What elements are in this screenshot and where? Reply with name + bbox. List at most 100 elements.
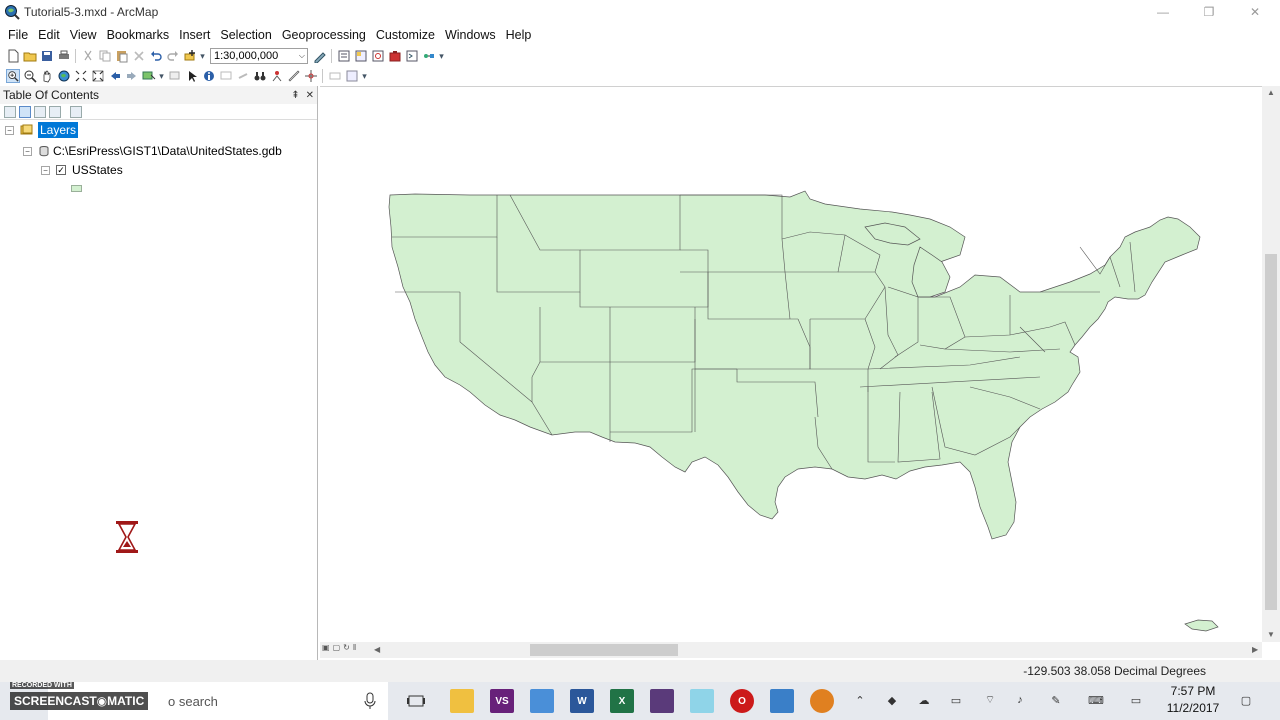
screencast-taskbar-icon[interactable] (810, 689, 834, 713)
collapse-expander-icon[interactable]: − (41, 165, 50, 175)
arctoolbox-icon[interactable] (388, 49, 402, 63)
menu-customize[interactable]: Customize (371, 24, 440, 46)
editor-toolbar-icon[interactable] (313, 49, 327, 63)
model-builder-icon[interactable] (422, 49, 436, 63)
python-window-icon[interactable] (405, 49, 419, 63)
map-horizontal-scrollbar[interactable]: ▣ ▢ ↻ ‖ ◀ ▶ (320, 642, 1262, 658)
wifi-icon[interactable]: ⌔ (982, 692, 998, 708)
tree-item-layers[interactable]: − Layers (5, 121, 79, 139)
volume-icon[interactable]: ♪ (1012, 692, 1028, 708)
search-window-icon[interactable] (371, 49, 385, 63)
word-icon[interactable]: W (570, 689, 594, 713)
scroll-left-icon[interactable]: ◀ (374, 645, 380, 654)
scroll-up-icon[interactable]: ▲ (1267, 88, 1275, 97)
full-extent-globe-icon[interactable] (57, 69, 71, 83)
fixed-zoom-out-icon[interactable] (91, 69, 105, 83)
chevron-down-icon[interactable]: ⌵ (299, 51, 305, 61)
minimize-button[interactable]: — (1140, 0, 1186, 24)
copy-icon[interactable] (98, 49, 112, 63)
list-by-selection-icon[interactable] (49, 105, 61, 118)
scroll-right-icon[interactable]: ▶ (1252, 645, 1258, 654)
menu-selection[interactable]: Selection (215, 24, 276, 46)
clear-selection-icon[interactable] (168, 69, 182, 83)
toolbar-options-icon[interactable]: ▾ (439, 49, 445, 63)
menu-edit[interactable]: Edit (33, 24, 65, 46)
battery-icon[interactable]: ▭ (948, 692, 964, 708)
catalog-icon[interactable] (354, 49, 368, 63)
table-of-contents-icon[interactable] (337, 49, 351, 63)
tree-item-geodatabase[interactable]: − C:\EsriPress\GIST1\Data\UnitedStates.g… (23, 142, 282, 160)
undo-icon[interactable] (149, 49, 163, 63)
tree-item-usstates-layer[interactable]: − ✓ USStates (41, 161, 123, 179)
maximize-button[interactable]: ❐ (1186, 0, 1232, 24)
zoom-in-icon[interactable] (5, 69, 20, 83)
map-vertical-scrollbar[interactable]: ▲ ▼ (1262, 86, 1280, 642)
redo-icon[interactable] (166, 49, 180, 63)
print-icon[interactable] (57, 49, 71, 63)
identify-icon[interactable] (202, 69, 216, 83)
collapse-expander-icon[interactable]: − (23, 146, 32, 156)
back-extent-icon[interactable] (108, 69, 122, 83)
scroll-down-icon[interactable]: ▼ (1267, 630, 1275, 639)
pen-ink-icon[interactable]: ✎ (1048, 692, 1064, 708)
select-features-icon[interactable] (142, 69, 156, 83)
app-icon[interactable] (650, 689, 674, 713)
map-scale-combobox[interactable]: 1:30,000,000 ⌵ (210, 48, 308, 64)
menu-file[interactable]: File (3, 24, 33, 46)
microphone-icon[interactable] (364, 692, 376, 710)
cut-icon[interactable] (81, 49, 95, 63)
visual-studio-icon[interactable]: VS (490, 689, 514, 713)
hyperlink-icon[interactable] (236, 69, 250, 83)
vertical-scroll-thumb[interactable] (1265, 254, 1277, 610)
display-icon[interactable]: ▭ (1128, 692, 1144, 708)
go-to-xy-icon[interactable] (304, 69, 318, 83)
list-by-drawing-order-icon[interactable] (4, 105, 16, 118)
opera-icon[interactable]: O (730, 689, 754, 713)
fixed-zoom-in-icon[interactable] (74, 69, 88, 83)
menu-help[interactable]: Help (501, 24, 537, 46)
3d-app-icon[interactable] (530, 689, 554, 713)
horizontal-scroll-thumb[interactable] (530, 644, 678, 656)
select-elements-arrow-icon[interactable] (185, 69, 199, 83)
pin-icon[interactable]: ⇞ (291, 90, 299, 101)
zoom-out-icon[interactable] (23, 69, 37, 83)
data-view-icon[interactable]: ▣ (322, 643, 330, 652)
menu-bookmarks[interactable]: Bookmarks (102, 24, 175, 46)
paste-icon[interactable] (115, 49, 129, 63)
close-button[interactable]: ✕ (1232, 0, 1278, 24)
open-folder-icon[interactable] (23, 49, 37, 63)
notifications-icon[interactable]: ▢ (1238, 692, 1254, 708)
layers-data-frame-label[interactable]: Layers (38, 122, 79, 138)
show-hidden-icons-chevron-icon[interactable]: ⌃ (852, 692, 868, 708)
time-slider-icon[interactable] (328, 69, 342, 83)
list-by-source-icon[interactable] (19, 105, 31, 118)
swipe-layer-icon[interactable] (345, 69, 359, 83)
keyboard-icon[interactable]: ⌨ (1088, 692, 1104, 708)
layer-visibility-checkbox[interactable]: ✓ (56, 165, 66, 175)
file-explorer-icon[interactable] (450, 689, 474, 713)
taskbar-clock[interactable]: 7:57 PM 11/2/2017 (1158, 683, 1228, 717)
measure-icon[interactable] (287, 69, 301, 83)
save-icon[interactable] (40, 49, 54, 63)
new-document-icon[interactable] (6, 49, 20, 63)
toolbar-options-icon[interactable]: ▾ (362, 69, 368, 83)
forward-extent-icon[interactable] (125, 69, 139, 83)
map-display[interactable] (320, 86, 1262, 642)
pan-hand-icon[interactable] (40, 69, 54, 83)
arcmap-taskbar-icon[interactable] (770, 689, 794, 713)
onedrive-cloud-icon[interactable]: ☁ (916, 692, 932, 708)
add-data-dropdown-icon[interactable]: ▾ (200, 49, 206, 63)
notes-app-icon[interactable] (690, 689, 714, 713)
network-alert-icon[interactable]: ◆ (884, 692, 900, 708)
refresh-icon[interactable]: ↻ (343, 643, 350, 652)
close-icon[interactable]: ✕ (306, 90, 314, 101)
add-data-icon[interactable] (183, 49, 197, 63)
list-by-visibility-icon[interactable] (34, 105, 46, 118)
excel-icon[interactable]: X (610, 689, 634, 713)
delete-icon[interactable] (132, 49, 146, 63)
usstates-layer-label[interactable]: USStates (72, 163, 123, 177)
menu-insert[interactable]: Insert (174, 24, 215, 46)
task-view-icon[interactable] (404, 689, 428, 713)
find-route-icon[interactable] (270, 69, 284, 83)
select-dropdown-icon[interactable]: ▾ (159, 69, 165, 83)
